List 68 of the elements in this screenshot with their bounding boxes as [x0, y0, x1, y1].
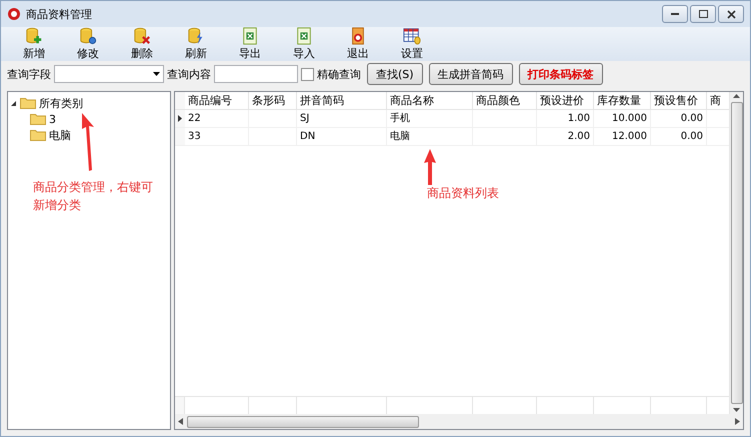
arrow-annotation — [79, 113, 97, 171]
close-button[interactable] — [718, 5, 744, 23]
search-field[interactable] — [214, 65, 298, 83]
column-header[interactable]: 商品编号 — [185, 92, 249, 109]
column-header[interactable]: 商品名称 — [387, 92, 473, 109]
column-header[interactable]: 预设售价 — [651, 92, 707, 109]
folder-icon — [20, 97, 36, 109]
table-cell: 33 — [185, 128, 249, 145]
horizontal-scrollbar[interactable] — [175, 414, 743, 429]
table-icon — [402, 27, 422, 45]
table-cell: DN — [297, 128, 387, 145]
maximize-icon — [698, 10, 708, 18]
exact-match-checkbox[interactable] — [301, 68, 314, 80]
minimize-icon — [671, 12, 679, 16]
scroll-up-icon[interactable] — [733, 92, 740, 100]
scroll-down-icon[interactable] — [733, 406, 740, 414]
table-cell: 0.00 — [651, 110, 707, 127]
field-dropdown[interactable] — [54, 65, 164, 83]
toolbar-button[interactable]: 新增 — [7, 27, 61, 61]
toolbar-button[interactable]: 设置 — [385, 27, 439, 61]
table-cell: 电脑 — [387, 128, 473, 145]
print-button[interactable]: 打印条码标签 — [518, 63, 603, 85]
table-cell: SJ — [297, 110, 387, 127]
toolbar-button[interactable]: 修改 — [61, 27, 115, 61]
content-label: 查询内容 — [167, 66, 211, 82]
toolbar-button[interactable]: 退出 — [331, 27, 385, 61]
table-cell: 10.000 — [594, 110, 651, 127]
vertical-scrollbar[interactable] — [729, 92, 743, 414]
toolbar-button[interactable]: 删除 — [115, 27, 169, 61]
folder-icon — [30, 129, 46, 141]
table-cell: 手机 — [387, 110, 473, 127]
column-header[interactable]: 条形码 — [249, 92, 297, 109]
app-logo-icon — [7, 7, 21, 21]
database-plus-icon — [24, 27, 44, 45]
action-button[interactable]: 生成拼音简码 — [428, 63, 513, 85]
toolbar-button[interactable]: 刷新 — [169, 27, 223, 61]
scroll-right-icon[interactable] — [735, 418, 740, 425]
table-cell: 1.00 — [537, 110, 594, 127]
column-header[interactable]: 预设进价 — [537, 92, 594, 109]
database-cross-icon — [132, 27, 152, 45]
toolbar-button[interactable]: 导入 — [277, 27, 331, 61]
tree-item[interactable]: 3 — [49, 112, 56, 126]
arrow-annotation — [424, 149, 436, 185]
column-header[interactable]: 拼音简码 — [297, 92, 387, 109]
tree-item[interactable]: 所有类别 — [39, 96, 83, 110]
window-title: 商品资料管理 — [26, 6, 93, 22]
table-cell: 22 — [185, 110, 249, 127]
action-button[interactable]: 查找(S) — [367, 63, 423, 85]
table-cell: 2.00 — [537, 128, 594, 145]
current-row-icon — [178, 115, 182, 122]
maximize-button[interactable] — [690, 5, 716, 23]
toolbar-button[interactable]: 导出 — [223, 27, 277, 61]
column-header[interactable]: 商品颜色 — [473, 92, 537, 109]
exact-match-label: 精确查询 — [317, 66, 361, 82]
tree-item[interactable]: 电脑 — [49, 128, 71, 142]
annotation-text: 商品分类管理，右键可新增分类 — [33, 179, 154, 214]
dropdown-caret-icon — [153, 72, 160, 76]
close-icon — [726, 10, 736, 18]
expand-arrow-icon[interactable] — [10, 100, 17, 106]
table-cell: 0.00 — [651, 128, 707, 145]
annotation-text: 商品资料列表 — [427, 185, 499, 202]
table-cell: 12.000 — [594, 128, 651, 145]
row-header[interactable] — [175, 110, 185, 127]
scroll-left-icon[interactable] — [178, 418, 183, 425]
field-label: 查询字段 — [7, 66, 51, 82]
minimize-button[interactable] — [662, 5, 688, 23]
column-header[interactable]: 库存数量 — [594, 92, 651, 109]
folder-icon — [30, 113, 46, 125]
